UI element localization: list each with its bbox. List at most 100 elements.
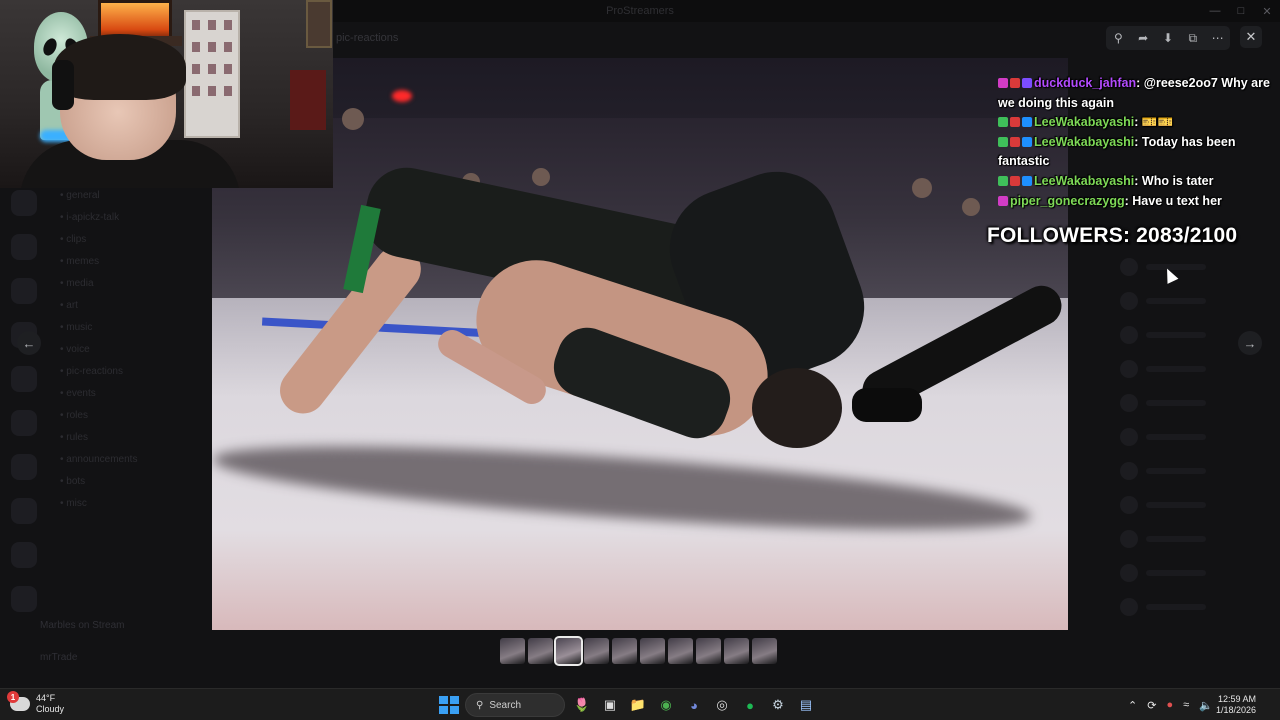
server-icon[interactable] [11, 454, 37, 480]
flowers-widget-icon[interactable]: 🌷 [571, 694, 593, 716]
maximize-icon[interactable]: □ [1228, 0, 1254, 22]
download-icon[interactable]: ⬇ [1158, 28, 1178, 48]
photo-spectator [532, 168, 550, 186]
weather-temperature: 44°F [36, 693, 56, 703]
share-icon[interactable]: ➦ [1133, 28, 1153, 48]
server-icon[interactable] [11, 542, 37, 568]
chat-message: duckduck_jahfan: @reese2oo7 Why are we d… [998, 76, 1270, 110]
chevron-up-icon[interactable]: ⌃ [1128, 699, 1137, 712]
channel-title: pic-reactions [336, 32, 399, 44]
thumbnail[interactable] [640, 638, 665, 664]
channel-item[interactable]: • clips [48, 234, 212, 256]
member-item[interactable] [1080, 556, 1280, 590]
sync-icon[interactable]: ⟳ [1147, 699, 1156, 712]
search-label: Search [489, 699, 522, 711]
clock-time: 12:59 AM [1217, 694, 1256, 704]
server-icon[interactable] [11, 190, 37, 216]
open-external-icon[interactable]: ⧉ [1183, 28, 1203, 48]
chat-badge-icon [998, 117, 1008, 128]
thumbnail[interactable] [668, 638, 693, 664]
server-icon[interactable] [11, 410, 37, 436]
member-item[interactable] [1080, 352, 1280, 386]
discord-icon[interactable]: ◕ [683, 694, 705, 716]
task-view-icon[interactable]: ▣ [599, 694, 621, 716]
photo-spectator [912, 178, 932, 198]
chat-badge-icon [1022, 117, 1032, 128]
weather-widget[interactable]: 1 44°F Cloudy [7, 691, 64, 715]
member-item[interactable] [1080, 284, 1280, 318]
channel-item[interactable]: • events [48, 388, 212, 410]
chat-message: LeeWakabayashi: Today has been fantastic [998, 134, 1236, 169]
chat-badge-icon [998, 195, 1008, 206]
channel-item[interactable]: • bots [48, 476, 212, 498]
chrome-icon[interactable]: ◉ [655, 694, 677, 716]
chat-username: duckduck_jahfan [1034, 76, 1137, 90]
channel-item[interactable]: • roles [48, 410, 212, 432]
next-image-button[interactable]: → [1238, 331, 1262, 355]
thumbnail[interactable] [752, 638, 777, 664]
taskbar: 1 44°F Cloudy ⚲ Search 🌷 ▣ 📁 ◉ ◕ ◎ ● ⚙ ▤ ⌃ ⟳ ● ≈… [0, 688, 1280, 720]
close-window-icon[interactable]: ✕ [1254, 0, 1280, 22]
member-list [1080, 250, 1280, 670]
wifi-icon[interactable]: ≈ [1183, 699, 1189, 711]
notepad-icon[interactable]: ▤ [795, 694, 817, 716]
server-icon[interactable] [11, 498, 37, 524]
member-item[interactable] [1080, 488, 1280, 522]
chat-text: Have u text her [1132, 193, 1222, 208]
member-item[interactable] [1080, 386, 1280, 420]
taskbar-search[interactable]: ⚲ Search [465, 693, 565, 717]
channel-item[interactable]: • media [48, 278, 212, 300]
speaker-icon[interactable]: 🔈 [1199, 699, 1213, 712]
thumbnail[interactable] [696, 638, 721, 664]
viewer-toolbar: ⚲ ➦ ⬇ ⧉ ⋯ [1106, 26, 1230, 50]
channel-item[interactable]: • pic-reactions [48, 366, 212, 388]
member-item[interactable] [1080, 522, 1280, 556]
server-icon[interactable] [11, 366, 37, 392]
close-viewer-button[interactable]: ✕ [1240, 26, 1262, 48]
thumbnail[interactable] [528, 638, 553, 664]
minimize-icon[interactable]: — [1202, 0, 1228, 22]
spotify-icon[interactable]: ● [739, 694, 761, 716]
weather-alert-badge: 1 [7, 691, 19, 703]
channel-item[interactable]: • announcements [48, 454, 212, 476]
thumbnail[interactable] [554, 636, 583, 666]
thumbnail[interactable] [584, 638, 609, 664]
thumbnail[interactable] [500, 638, 525, 664]
more-icon[interactable]: ⋯ [1208, 28, 1228, 48]
chat-username: piper_gonecrazygg [1010, 193, 1125, 208]
member-item[interactable] [1080, 420, 1280, 454]
file-explorer-icon[interactable]: 📁 [627, 694, 649, 716]
microphone-icon[interactable]: ● [1166, 699, 1173, 711]
server-icon[interactable] [11, 234, 37, 260]
member-item[interactable] [1080, 590, 1280, 624]
stream-label: Marbles on Stream [40, 620, 125, 631]
chat-badge-icon [998, 78, 1008, 88]
webcam-headset [52, 60, 74, 110]
obs-icon[interactable]: ◎ [711, 694, 733, 716]
member-item[interactable] [1080, 454, 1280, 488]
thumbnail[interactable] [612, 638, 637, 664]
taskbar-apps: ⚲ Search 🌷 ▣ 📁 ◉ ◕ ◎ ● ⚙ ▤ [437, 693, 817, 717]
channel-item[interactable]: • rules [48, 432, 212, 454]
channel-item[interactable]: • music [48, 322, 212, 344]
server-icon[interactable] [11, 278, 37, 304]
chat-badge-icon [1010, 78, 1020, 88]
windows-start-icon[interactable] [437, 694, 459, 716]
channel-item[interactable]: • i-apickz-talk [48, 212, 212, 234]
zoom-in-icon[interactable]: ⚲ [1108, 28, 1128, 48]
steam-icon[interactable]: ⚙ [767, 694, 789, 716]
channel-item[interactable]: • memes [48, 256, 212, 278]
thumbnail[interactable] [724, 638, 749, 664]
channel-item[interactable]: • voice [48, 344, 212, 366]
channel-item[interactable]: • art [48, 300, 212, 322]
previous-image-button[interactable]: ← [17, 331, 41, 355]
webcam-overlay [0, 0, 333, 188]
channel-item[interactable]: • misc [48, 498, 212, 520]
server-icon[interactable] [11, 586, 37, 612]
channel-item[interactable]: • general [48, 190, 212, 212]
chat-badge-icon [998, 136, 1008, 147]
clock[interactable]: 12:59 AM 1/18/2026 [1216, 694, 1256, 716]
chat-badge-icon [998, 175, 1008, 186]
chat-text: Who is tater [1141, 173, 1214, 188]
member-item[interactable] [1080, 250, 1280, 284]
